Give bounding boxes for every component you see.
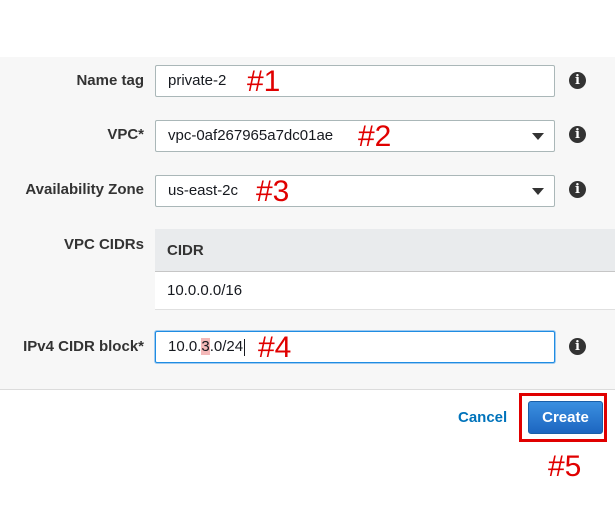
info-icon[interactable]: i — [569, 126, 586, 143]
info-icon[interactable]: i — [569, 72, 586, 89]
ipv4-cidr-block-input[interactable]: 10.0.3.0/24 — [155, 331, 555, 363]
create-button[interactable]: Create — [528, 401, 603, 434]
name-tag-input[interactable]: private-2 — [155, 65, 555, 97]
name-tag-label: Name tag — [76, 72, 144, 89]
availability-zone-value: us-east-2c — [168, 182, 239, 199]
info-icon[interactable]: i — [569, 181, 586, 198]
cancel-button[interactable]: Cancel — [458, 409, 507, 426]
vpc-cidrs-label: VPC CIDRs — [63, 236, 144, 253]
annotation-1: #1 — [247, 65, 281, 98]
vpc-value: vpc-0af267965a7dc01ae — [168, 127, 334, 144]
ipv4-cidr-block-label: IPv4 CIDR block* — [23, 338, 144, 355]
ipv4-cidr-value-highlight: 3 — [201, 338, 210, 355]
chevron-down-icon — [532, 133, 544, 140]
name-tag-value: private-2 — [168, 72, 227, 89]
annotation-3: #3 — [256, 175, 290, 208]
form-footer-divider — [0, 389, 615, 390]
vpc-select[interactable]: vpc-0af267965a7dc01ae — [155, 120, 555, 152]
ipv4-cidr-value-suffix: .0/24 — [209, 338, 244, 355]
chevron-down-icon — [532, 188, 544, 195]
text-cursor — [244, 338, 246, 356]
cidr-table-header: CIDR — [155, 229, 615, 272]
table-row: 10.0.0.0/16 — [155, 272, 615, 310]
info-icon[interactable]: i — [569, 338, 586, 355]
availability-zone-label: Availability Zone — [25, 181, 144, 198]
vpc-label: VPC* — [107, 126, 144, 143]
annotation-2: #2 — [358, 120, 392, 153]
annotation-4: #4 — [258, 331, 292, 364]
ipv4-cidr-value-prefix: 10.0. — [168, 338, 202, 355]
annotation-5: #5 — [548, 450, 582, 483]
availability-zone-select[interactable]: us-east-2c — [155, 175, 555, 207]
